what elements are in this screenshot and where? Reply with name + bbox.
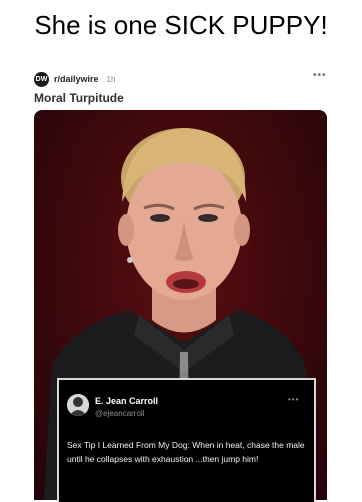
post-header: DW r/dailywire 1h [34,70,115,88]
dailywire-logo-icon[interactable]: DW [34,71,49,87]
subreddit-link[interactable]: r/dailywire [54,74,99,84]
tweet-author-name[interactable]: E. Jean Carroll [95,396,158,406]
tweet-text: Sex Tip I Learned From My Dog: When in h… [67,440,305,464]
avatar-portrait-icon [67,394,89,416]
tweet-author-handle[interactable]: @ejeancarroll [95,409,144,418]
tweet-avatar[interactable] [67,394,89,416]
post-more-options-icon[interactable]: ••• [313,70,327,81]
tweet-more-options-icon[interactable]: ••• [288,395,299,404]
embedded-tweet-card[interactable]: E. Jean Carroll @ejeancarroll ••• Sex Ti… [57,378,316,502]
post-title[interactable]: Moral Turpitude [34,91,124,105]
post-timestamp: 1h [106,74,116,84]
meme-caption: She is one SICK PUPPY! [34,10,328,40]
